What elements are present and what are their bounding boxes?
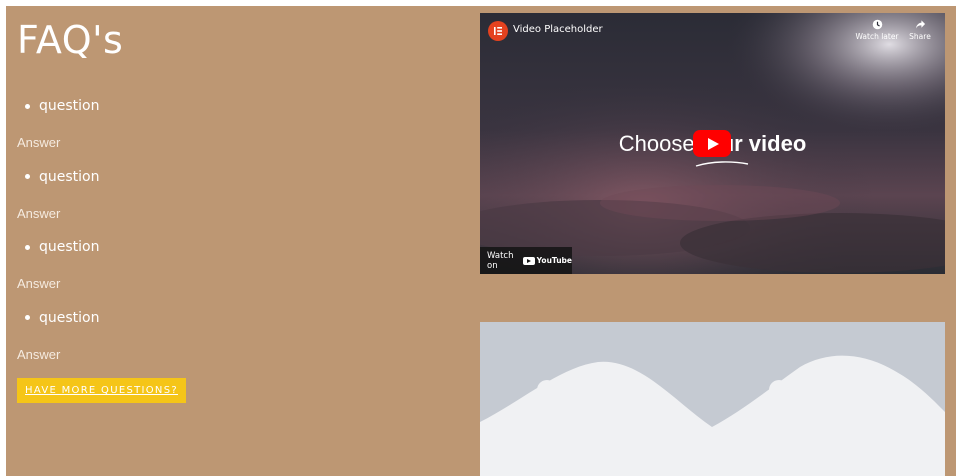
youtube-logo: YouTube — [522, 256, 572, 265]
elementor-icon — [494, 27, 502, 35]
image-placeholder — [480, 322, 945, 476]
bullet-icon — [25, 103, 30, 109]
faq-item: question Answer — [17, 235, 457, 306]
faq-question[interactable]: question — [25, 98, 99, 114]
watch-later-button[interactable]: Watch later — [853, 19, 901, 41]
faq-question[interactable]: question — [25, 239, 99, 255]
faq-list: question Answer question Answer question… — [17, 94, 457, 376]
faq-item: question Answer — [17, 94, 457, 165]
faq-answer: Answer — [17, 276, 61, 291]
page: FAQ's question Answer question Answer qu… — [6, 6, 956, 476]
share-label: Share — [909, 32, 931, 41]
image-placeholder-icon — [480, 322, 945, 476]
bullet-icon — [25, 244, 30, 250]
watch-on-label: Watch on — [487, 250, 514, 271]
youtube-play-icon — [522, 256, 535, 265]
faq-question[interactable]: question — [25, 169, 99, 185]
video-title[interactable]: Video Placeholder — [513, 24, 603, 35]
faq-answer: Answer — [17, 135, 61, 150]
faq-item: question Answer — [17, 165, 457, 236]
bullet-icon — [25, 315, 30, 320]
watch-later-label: Watch later — [855, 32, 899, 41]
watch-on-youtube-link[interactable]: Watch on YouTube — [480, 247, 572, 274]
clock-icon — [853, 19, 901, 32]
faq-question[interactable]: question — [25, 310, 99, 326]
page-title: FAQ's — [17, 18, 124, 62]
headline-right: ur video — [720, 131, 807, 156]
share-button[interactable]: Share — [896, 19, 944, 41]
video-embed[interactable]: Video Placeholder Watch later Share Choo… — [480, 13, 945, 274]
play-button[interactable] — [693, 130, 731, 157]
faq-question-text: question — [39, 168, 100, 185]
faq-question-text: question — [39, 98, 100, 114]
faq-item: question Answer — [17, 306, 457, 377]
underline-swoosh — [695, 161, 749, 167]
faq-question-text: question — [39, 239, 100, 255]
youtube-wordmark: YouTube — [536, 256, 572, 265]
share-icon — [896, 19, 944, 32]
channel-logo[interactable] — [488, 21, 508, 41]
faq-question-text: question — [39, 309, 100, 326]
faq-answer: Answer — [17, 205, 61, 221]
have-more-questions-button[interactable]: HAVE MORE QUESTIONS? — [17, 378, 186, 403]
faq-answer: Answer — [17, 346, 61, 362]
bullet-icon — [25, 174, 30, 179]
headline-left: Choose — [618, 131, 701, 156]
